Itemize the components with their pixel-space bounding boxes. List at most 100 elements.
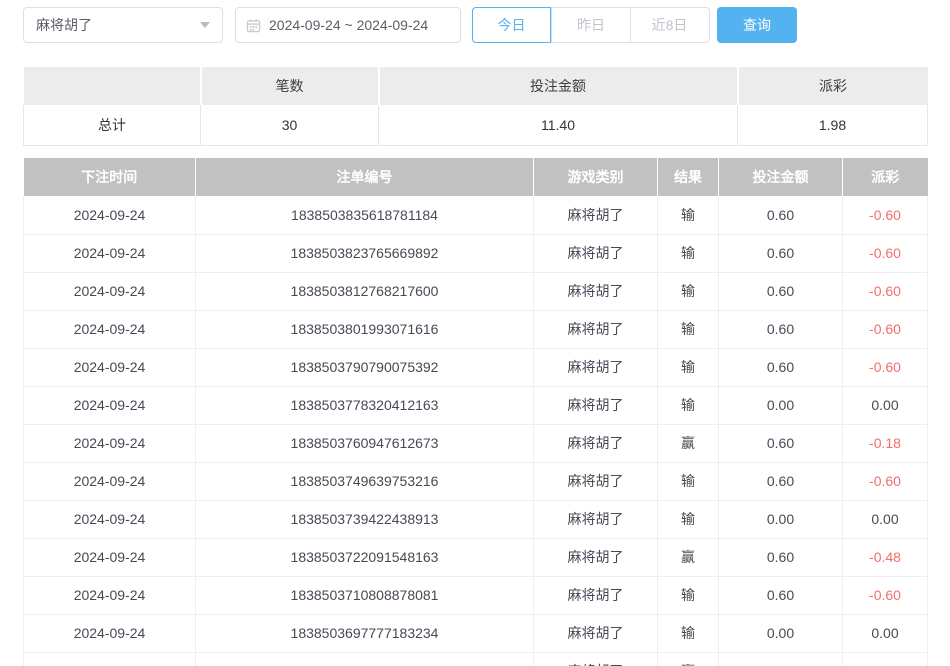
cell-result: 赢: [658, 538, 719, 576]
game-type-select[interactable]: 麻将胡了: [23, 7, 223, 43]
cell-bet-id: 1838503697777183234: [196, 614, 534, 652]
cell-game-type: 麻将胡了: [534, 234, 658, 272]
col-payout: 派彩: [843, 158, 928, 196]
cell-bet-amount: 0.60: [719, 310, 843, 348]
cell-payout: 0.00: [843, 386, 928, 424]
cell-bet-time: 2024-09-24: [24, 310, 196, 348]
cell-game-type: 麻将胡了: [534, 310, 658, 348]
summary-total-count: 30: [201, 105, 379, 145]
game-type-select-value: 麻将胡了: [36, 15, 200, 35]
cell-game-type: 麻将胡了: [534, 614, 658, 652]
date-range-value: 2024-09-24 ~ 2024-09-24: [269, 17, 428, 33]
col-bet-amount: 投注金额: [719, 158, 843, 196]
cell-result: 输: [658, 576, 719, 614]
query-button[interactable]: 查询: [717, 7, 797, 43]
cell-game-type: 麻将胡了: [534, 348, 658, 386]
cell-bet-time: 2024-09-24: [24, 196, 196, 234]
table-row: 2024-09-24 1838503801993071616 麻将胡了 输 0.…: [24, 310, 928, 348]
chevron-down-icon: [200, 22, 210, 28]
cell-bet-time: 2024-09-24: [24, 424, 196, 462]
cell-bet-time: 2024-09-24: [24, 272, 196, 310]
table-row: 2024-09-24 1838503739422438913 麻将胡了 输 0.…: [24, 500, 928, 538]
records-header-row: 下注时间 注单编号 游戏类别 结果 投注金额 派彩: [24, 158, 928, 196]
cell-result: 输: [658, 272, 719, 310]
cell-bet-id: 1838503739422438913: [196, 500, 534, 538]
cell-result: 输: [658, 310, 719, 348]
summary-total-bet-amount: 11.40: [379, 105, 738, 145]
today-button[interactable]: 今日: [472, 7, 551, 43]
date-range-input[interactable]: 2024-09-24 ~ 2024-09-24: [235, 7, 461, 43]
summary-header-count: 笔数: [201, 67, 379, 105]
cell-game-type: 麻将胡了: [534, 538, 658, 576]
table-row: 2024-09-24 1838503749639753216 麻将胡了 输 0.…: [24, 462, 928, 500]
cell-result: 赢: [658, 652, 719, 666]
cell-game-type: 麻将胡了: [534, 576, 658, 614]
cell-payout: 0.00: [843, 500, 928, 538]
records-table: 下注时间 注单编号 游戏类别 结果 投注金额 派彩 2024-09-24 183…: [23, 158, 928, 666]
cell-bet-time: 2024-09-24: [24, 386, 196, 424]
cell-game-type: 麻将胡了: [534, 462, 658, 500]
cell-payout: -0.18: [843, 424, 928, 462]
table-row: 2024-09-24 1838503835618781184 麻将胡了 输 0.…: [24, 196, 928, 234]
summary-total-row: 总计 30 11.40 1.98: [24, 105, 928, 145]
cell-bet-amount: 0.00: [719, 386, 843, 424]
table-row: 2024-09-24 1838503710808878081 麻将胡了 输 0.…: [24, 576, 928, 614]
cell-bet-id: 1838503823765669892: [196, 234, 534, 272]
table-row: 2024-09-24 1838503823765669892 麻将胡了 输 0.…: [24, 234, 928, 272]
cell-payout: -0.60: [843, 462, 928, 500]
cell-game-type: 麻将胡了: [534, 272, 658, 310]
cell-result: 赢: [658, 424, 719, 462]
cell-payout: -0.60: [843, 272, 928, 310]
table-row: 2024-09-24 1838503812768217600 麻将胡了 输 0.…: [24, 272, 928, 310]
betting-records-page: 麻将胡了 2024-09-24 ~ 2024-09-24 今日 昨日 近8日 查…: [0, 0, 950, 666]
cell-result: 输: [658, 500, 719, 538]
cell-result: 输: [658, 462, 719, 500]
cell-bet-amount: 0.60: [719, 234, 843, 272]
cell-bet-id: 1838503722091548163: [196, 538, 534, 576]
cell-bet-time: 2024-09-24: [24, 462, 196, 500]
cell-bet-time: 2024-09-24: [24, 576, 196, 614]
calendar-icon: [246, 18, 261, 33]
summary-total-label: 总计: [24, 105, 201, 145]
cell-payout: -0.60: [843, 348, 928, 386]
cell-bet-id: 1838503801993071616: [196, 310, 534, 348]
summary-header-bet-amount: 投注金额: [379, 67, 738, 105]
cell-result: 输: [658, 386, 719, 424]
cell-bet-amount: 0.60: [719, 196, 843, 234]
cell-result: 输: [658, 348, 719, 386]
cell-bet-time: 2024-09-24: [24, 538, 196, 576]
cell-game-type: 麻将胡了: [534, 386, 658, 424]
cell-payout: -0.48: [843, 538, 928, 576]
cell-bet-id: 1838503812768217600: [196, 272, 534, 310]
cell-bet-id: [196, 652, 534, 666]
cell-payout: -0.60: [843, 234, 928, 272]
col-bet-time: 下注时间: [24, 158, 196, 196]
table-row-partial: 麻将胡了 赢: [24, 652, 928, 666]
cell-bet-amount: 0.60: [719, 576, 843, 614]
cell-bet-time: 2024-09-24: [24, 500, 196, 538]
col-result: 结果: [658, 158, 719, 196]
cell-game-type: 麻将胡了: [534, 424, 658, 462]
col-bet-id: 注单编号: [196, 158, 534, 196]
cell-bet-amount: 0.00: [719, 614, 843, 652]
cell-bet-amount: 0.60: [719, 348, 843, 386]
cell-payout: -0.60: [843, 196, 928, 234]
cell-bet-time: 2024-09-24: [24, 614, 196, 652]
toolbar: 麻将胡了 2024-09-24 ~ 2024-09-24 今日 昨日 近8日 查…: [0, 0, 950, 56]
yesterday-button[interactable]: 昨日: [551, 8, 630, 42]
summary-header-payout: 派彩: [738, 67, 928, 105]
table-row: 2024-09-24 1838503722091548163 麻将胡了 赢 0.…: [24, 538, 928, 576]
cell-bet-id: 1838503778320412163: [196, 386, 534, 424]
cell-payout: [843, 652, 928, 666]
cell-result: 输: [658, 234, 719, 272]
summary-header-blank: [24, 67, 201, 105]
cell-bet-amount: 0.00: [719, 500, 843, 538]
cell-game-type: 麻将胡了: [534, 652, 658, 666]
summary-header-row: 笔数 投注金额 派彩: [24, 67, 928, 105]
cell-result: 输: [658, 196, 719, 234]
cell-result: 输: [658, 614, 719, 652]
cell-payout: -0.60: [843, 576, 928, 614]
last-8-days-button[interactable]: 近8日: [630, 8, 708, 42]
cell-bet-id: 1838503790790075392: [196, 348, 534, 386]
cell-bet-time: 2024-09-24: [24, 348, 196, 386]
